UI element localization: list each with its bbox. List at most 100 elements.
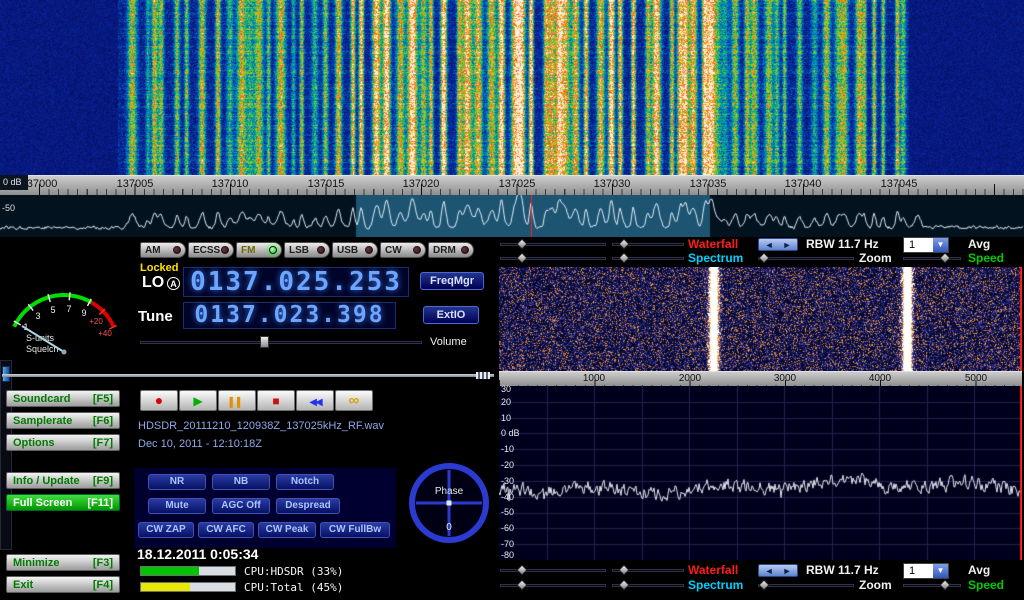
waterfall-low-slider[interactable]: [500, 238, 606, 250]
zoom-slider-bottom[interactable]: [758, 579, 854, 591]
speed-label-bottom: Speed: [968, 578, 1004, 592]
play-button[interactable]: ▶: [179, 390, 217, 411]
recording-filename: HDSDR_20111210_120938Z_137025kHz_RF.wav: [138, 420, 490, 432]
dropdown-arrow-icon[interactable]: ▼: [933, 564, 948, 578]
main-spectrum[interactable]: [0, 195, 1024, 237]
waterfall-label[interactable]: Waterfall: [688, 237, 738, 251]
exit-button[interactable]: Exit[F4]: [6, 576, 120, 593]
locked-label[interactable]: Locked: [140, 262, 179, 274]
cwfullbw-button[interactable]: CW FullBw: [320, 522, 390, 538]
rf-waterfall[interactable]: [499, 267, 1022, 371]
spectrum-high-slider[interactable]: [612, 252, 684, 264]
slider-thumb[interactable]: [939, 252, 950, 263]
freq-label: 137035: [680, 178, 736, 190]
slider-thumb[interactable]: [618, 238, 629, 249]
recording-timestamp: Dec 10, 2011 - 12:10:18Z: [138, 438, 490, 450]
speed-slider[interactable]: [903, 252, 961, 264]
nr-button[interactable]: NR: [148, 474, 206, 490]
tune-frequency-display[interactable]: 0137.023.398: [183, 302, 396, 329]
lo-frequency-display[interactable]: 0137.025.253: [183, 267, 409, 297]
stop-button[interactable]: ■: [257, 390, 295, 411]
freq-label: 137020: [393, 178, 449, 190]
cpu-hdsdr-fill: [141, 567, 199, 575]
notch-button[interactable]: Notch: [276, 474, 334, 490]
avg-count-value: 1: [904, 238, 933, 252]
slider-thumb[interactable]: [260, 336, 269, 348]
arrow-left-icon[interactable]: ◄: [765, 239, 774, 250]
slider-thumb[interactable]: [618, 579, 629, 590]
pause-button[interactable]: ▌▌: [218, 390, 256, 411]
mode-am-button[interactable]: AM: [140, 242, 186, 258]
avg-count-select[interactable]: 1 ▼: [903, 237, 949, 253]
mode-fm-button[interactable]: FM: [236, 242, 282, 258]
arrow-right-icon[interactable]: ►: [783, 565, 792, 576]
slider-thumb[interactable]: [758, 252, 769, 263]
minimize-button[interactable]: Minimize[F3]: [6, 554, 120, 571]
left-vertical-slider[interactable]: [0, 360, 12, 550]
slider-thumb[interactable]: [939, 579, 950, 590]
speed-slider-bottom[interactable]: [903, 579, 961, 591]
mode-cw-button[interactable]: CW: [380, 242, 426, 258]
waterfall-speed-spinner[interactable]: ◄ ►: [758, 238, 798, 251]
info-update-button[interactable]: Info / Update[F9]: [6, 472, 120, 489]
dropdown-arrow-icon[interactable]: ▼: [933, 238, 948, 252]
freqmgr-button[interactable]: FreqMgr: [420, 272, 484, 290]
agc-button[interactable]: AGC Off: [212, 498, 270, 514]
phase-value: 0: [446, 522, 452, 533]
slider-thumb[interactable]: [516, 564, 527, 575]
slider-thumb[interactable]: [516, 579, 527, 590]
panel-splitter[interactable]: [2, 374, 494, 377]
arrow-left-icon[interactable]: ◄: [765, 565, 774, 576]
avg-count-select-bottom[interactable]: 1 ▼: [903, 563, 949, 579]
cwzap-button[interactable]: CW ZAP: [138, 522, 194, 538]
nb-button[interactable]: NB: [212, 474, 270, 490]
slider-thumb[interactable]: [758, 579, 769, 590]
options-button[interactable]: Options[F7]: [6, 434, 120, 451]
waterfall-high-slider-bottom[interactable]: [612, 564, 684, 576]
rewind-button[interactable]: ◀◀: [296, 390, 334, 411]
fullscreen-button[interactable]: Full Screen[F11]: [6, 494, 120, 511]
soundcard-button[interactable]: Soundcard[F5]: [6, 390, 120, 407]
waterfall-high-slider[interactable]: [612, 238, 684, 250]
mode-drm-button[interactable]: DRM: [428, 242, 474, 258]
mode-usb-button[interactable]: USB: [332, 242, 378, 258]
rf-spectrum[interactable]: [499, 386, 1022, 560]
slider-thumb[interactable]: [516, 238, 527, 249]
mode-ecss-button[interactable]: ECSS: [188, 242, 234, 258]
cwpeak-button[interactable]: CW Peak: [258, 522, 316, 538]
samplerate-button[interactable]: Samplerate[F6]: [6, 412, 120, 429]
rbw-label[interactable]: RBW 11.7 Hz: [806, 237, 879, 251]
volume-label: Volume: [430, 336, 467, 348]
loop-button[interactable]: ∞: [335, 390, 373, 411]
rf-frequency-scale[interactable]: 1000 2000 3000 4000 5000: [499, 371, 1022, 386]
cwafc-button[interactable]: CW AFC: [198, 522, 254, 538]
waterfall-low-slider-bottom[interactable]: [500, 564, 606, 576]
frequency-scale[interactable]: 137000 137005 137010 137015 137020 13702…: [0, 175, 1024, 195]
s-meter[interactable]: 1 3 5 7 9 +20 +40 S-units Squelch: [2, 240, 130, 358]
spectrum-label[interactable]: Spectrum: [688, 251, 743, 265]
arrow-right-icon[interactable]: ►: [783, 239, 792, 250]
slider-track: [758, 257, 854, 260]
slider-thumb[interactable]: [618, 252, 629, 263]
volume-slider[interactable]: [140, 336, 422, 348]
spectrum-low-slider-bottom[interactable]: [500, 579, 606, 591]
waterfall-label-bottom[interactable]: Waterfall: [688, 563, 738, 577]
main-waterfall[interactable]: [0, 0, 1024, 175]
extio-button[interactable]: ExtIO: [423, 306, 479, 324]
despread-button[interactable]: Despread: [276, 498, 340, 514]
db-axis-label: -10: [501, 444, 514, 454]
slider-thumb[interactable]: [516, 252, 527, 263]
spectrum-low-slider[interactable]: [500, 252, 606, 264]
slider-thumb[interactable]: [618, 564, 629, 575]
waterfall-speed-spinner-bottom[interactable]: ◄ ►: [758, 564, 798, 577]
freq-label: 137030: [584, 178, 640, 190]
spectrum-label-bottom[interactable]: Spectrum: [688, 578, 743, 592]
mute-button[interactable]: Mute: [148, 498, 206, 514]
rbw-label-bottom[interactable]: RBW 11.7 Hz: [806, 563, 879, 577]
record-button[interactable]: ●: [140, 390, 178, 411]
mode-lsb-button[interactable]: LSB: [284, 242, 330, 258]
lock-a-badge[interactable]: A: [167, 277, 180, 290]
spectrum-high-slider-bottom[interactable]: [612, 579, 684, 591]
dsp-panel: NR NB Notch Mute AGC Off Despread CW ZAP…: [134, 468, 396, 548]
zoom-slider[interactable]: [758, 252, 854, 264]
